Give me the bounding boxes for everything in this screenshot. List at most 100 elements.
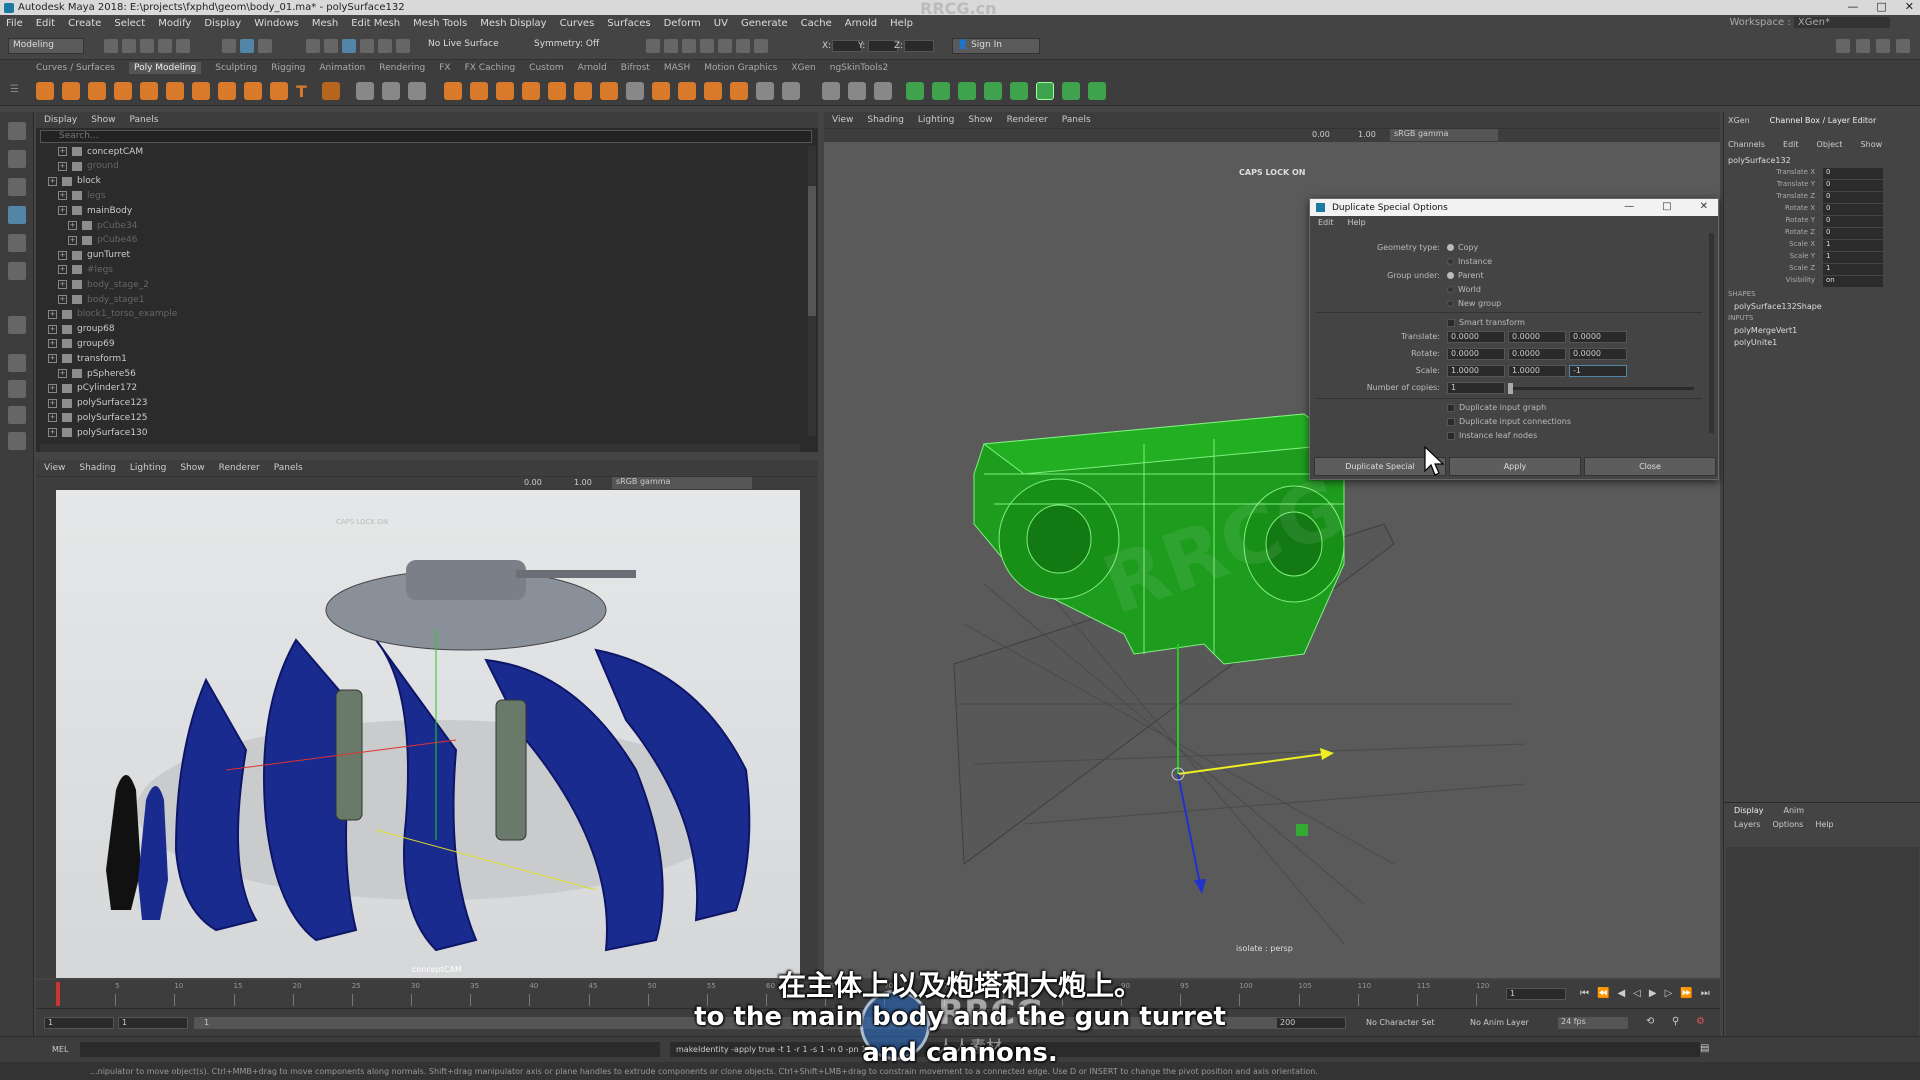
left-gamma-value[interactable]: 1.00 — [574, 478, 592, 487]
unfold-icon[interactable] — [1036, 82, 1054, 100]
merge-icon[interactable] — [782, 82, 800, 100]
outliner-row[interactable]: + pCube46 — [36, 233, 137, 248]
expand-toggle-icon[interactable]: + — [58, 369, 67, 378]
expand-toggle-icon[interactable]: + — [48, 428, 57, 438]
channel-menu-edit[interactable]: Edit — [1783, 140, 1799, 149]
left-colorspace-dropdown[interactable]: sRGB gamma — [612, 477, 752, 489]
channel-row-rotate-y[interactable]: Rotate Y 0 — [1724, 216, 1914, 227]
channel-row-rotate-x[interactable]: Rotate X 0 — [1724, 204, 1914, 215]
outliner-row[interactable]: + transform1 — [36, 351, 127, 366]
select-tool-icon[interactable] — [8, 122, 26, 140]
input-node-unite[interactable]: polyUnite1 — [1734, 338, 1777, 347]
expand-toggle-icon[interactable]: + — [58, 161, 67, 171]
expand-toggle-icon[interactable]: + — [48, 398, 57, 408]
translate-x-field[interactable]: 0.0000 — [1447, 331, 1505, 343]
expand-toggle-icon[interactable]: + — [58, 191, 67, 201]
select-hierarchy-icon[interactable] — [222, 39, 236, 53]
group-new-radio[interactable]: New group — [1447, 299, 1501, 308]
shape-node[interactable]: polySurface132Shape — [1734, 302, 1822, 311]
smooth-icon[interactable] — [408, 82, 426, 100]
dialog-maximize-button[interactable]: □ — [1662, 201, 1671, 212]
translate-y-field[interactable]: 0.0000 — [1508, 331, 1566, 343]
expand-toggle-icon[interactable]: + — [68, 235, 77, 245]
redo-icon[interactable] — [176, 39, 190, 53]
snap-point-icon[interactable] — [342, 39, 356, 53]
menu-file[interactable]: File — [6, 18, 23, 29]
right-colorspace-dropdown[interactable]: sRGB gamma — [1390, 129, 1498, 141]
menu-windows[interactable]: Windows — [254, 18, 299, 29]
rotate-y-field[interactable]: 0.0000 — [1508, 348, 1566, 360]
menu-mesh-tools[interactable]: Mesh Tools — [413, 18, 467, 29]
cut-uv-icon[interactable] — [1088, 82, 1106, 100]
scale-tool-icon[interactable] — [8, 262, 26, 280]
close-button[interactable]: Close — [1584, 457, 1716, 476]
input-node-merge[interactable]: polyMergeVert1 — [1734, 326, 1797, 335]
expand-toggle-icon[interactable]: + — [48, 354, 57, 364]
offset-edge-loop-icon[interactable] — [704, 82, 722, 100]
quad-draw-icon[interactable] — [822, 82, 840, 100]
poly-disc-icon[interactable] — [192, 82, 210, 100]
help-menu[interactable]: Help — [1815, 820, 1833, 829]
four-view-icon[interactable] — [8, 380, 26, 398]
outliner-row[interactable]: + polySurface125 — [36, 410, 148, 425]
menu-surfaces[interactable]: Surfaces — [607, 18, 650, 29]
menu-create[interactable]: Create — [68, 18, 101, 29]
menu-mesh[interactable]: Mesh — [312, 18, 338, 29]
rotate-tool-icon[interactable] — [8, 234, 26, 252]
expand-toggle-icon[interactable]: + — [48, 339, 57, 349]
make-hole-icon[interactable] — [626, 82, 644, 100]
shelf-tab-fx[interactable]: FX — [439, 63, 450, 73]
apply-button[interactable]: Apply — [1449, 457, 1581, 476]
duplicate-input-graph-checkbox[interactable]: Duplicate input graph — [1447, 403, 1546, 412]
sweep-mesh-icon[interactable] — [270, 82, 288, 100]
expand-toggle-icon[interactable]: + — [58, 250, 67, 260]
separate-icon[interactable] — [382, 82, 400, 100]
display-layer-tab[interactable]: Display — [1734, 806, 1764, 815]
outliner-row[interactable]: + conceptCAM — [36, 144, 143, 159]
shelf-tab-motion-graphics[interactable]: Motion Graphics — [704, 63, 777, 73]
render-settings-icon[interactable] — [700, 39, 714, 53]
outliner-menu-panels[interactable]: Panels — [129, 115, 158, 125]
shelf-tab-custom[interactable]: Custom — [529, 63, 563, 73]
snap-surface-icon[interactable] — [378, 39, 392, 53]
dialog-title-bar[interactable]: Duplicate Special Options — □ ✕ — [1310, 199, 1718, 216]
undo-icon[interactable] — [158, 39, 172, 53]
menu-edit[interactable]: Edit — [36, 18, 55, 29]
outliner-row[interactable]: + group69 — [36, 336, 115, 351]
expand-toggle-icon[interactable]: + — [58, 147, 67, 156]
save-scene-icon[interactable] — [140, 39, 154, 53]
outliner-row[interactable]: + body_stage1 — [36, 292, 144, 307]
outliner-row[interactable]: + gunTurret — [36, 248, 130, 263]
new-scene-icon[interactable] — [104, 39, 118, 53]
outliner-row[interactable]: + pCylinder172 — [36, 381, 137, 396]
scale-x-field[interactable]: 1.0000 — [1447, 365, 1505, 377]
channel-row-translate-y[interactable]: Translate Y 0 — [1724, 180, 1914, 191]
mirror-icon[interactable] — [470, 82, 488, 100]
right-viewport-menu-renderer[interactable]: Renderer — [1007, 115, 1048, 125]
right-gamma-value[interactable]: 1.00 — [1358, 130, 1376, 139]
left-viewport-menu-view[interactable]: View — [44, 463, 65, 473]
right-viewport-menu-lighting[interactable]: Lighting — [918, 115, 954, 125]
close-window-button[interactable]: ✕ — [1905, 0, 1914, 13]
ipr-icon[interactable] — [682, 39, 696, 53]
channel-row-translate-z[interactable]: Translate Z 0 — [1724, 192, 1914, 203]
expand-toggle-icon[interactable]: + — [58, 295, 67, 304]
expand-toggle-icon[interactable]: + — [48, 324, 57, 334]
uv-editor-icon[interactable] — [906, 82, 924, 100]
planar-map-icon[interactable] — [932, 82, 950, 100]
poly-cone-icon[interactable] — [114, 82, 132, 100]
snap-view-icon[interactable] — [360, 39, 374, 53]
left-viewport-menu-lighting[interactable]: Lighting — [130, 463, 166, 473]
render-view-icon[interactable] — [664, 39, 678, 53]
last-tool-icon[interactable] — [8, 316, 26, 334]
menu-display[interactable]: Display — [204, 18, 241, 29]
pause-render-icon[interactable] — [754, 39, 768, 53]
outliner-search-input[interactable]: Search... — [40, 130, 812, 143]
channel-attr-value[interactable]: 1 — [1823, 240, 1883, 251]
dialog-menu-help[interactable]: Help — [1348, 218, 1366, 227]
snap-vertex-icon[interactable] — [396, 39, 410, 53]
channel-attr-value[interactable]: on — [1823, 276, 1883, 287]
automatic-map-icon[interactable] — [1010, 82, 1028, 100]
duplicate-input-connections-checkbox[interactable]: Duplicate input connections — [1447, 417, 1571, 426]
outliner-row[interactable]: + polySurface123 — [36, 396, 148, 411]
